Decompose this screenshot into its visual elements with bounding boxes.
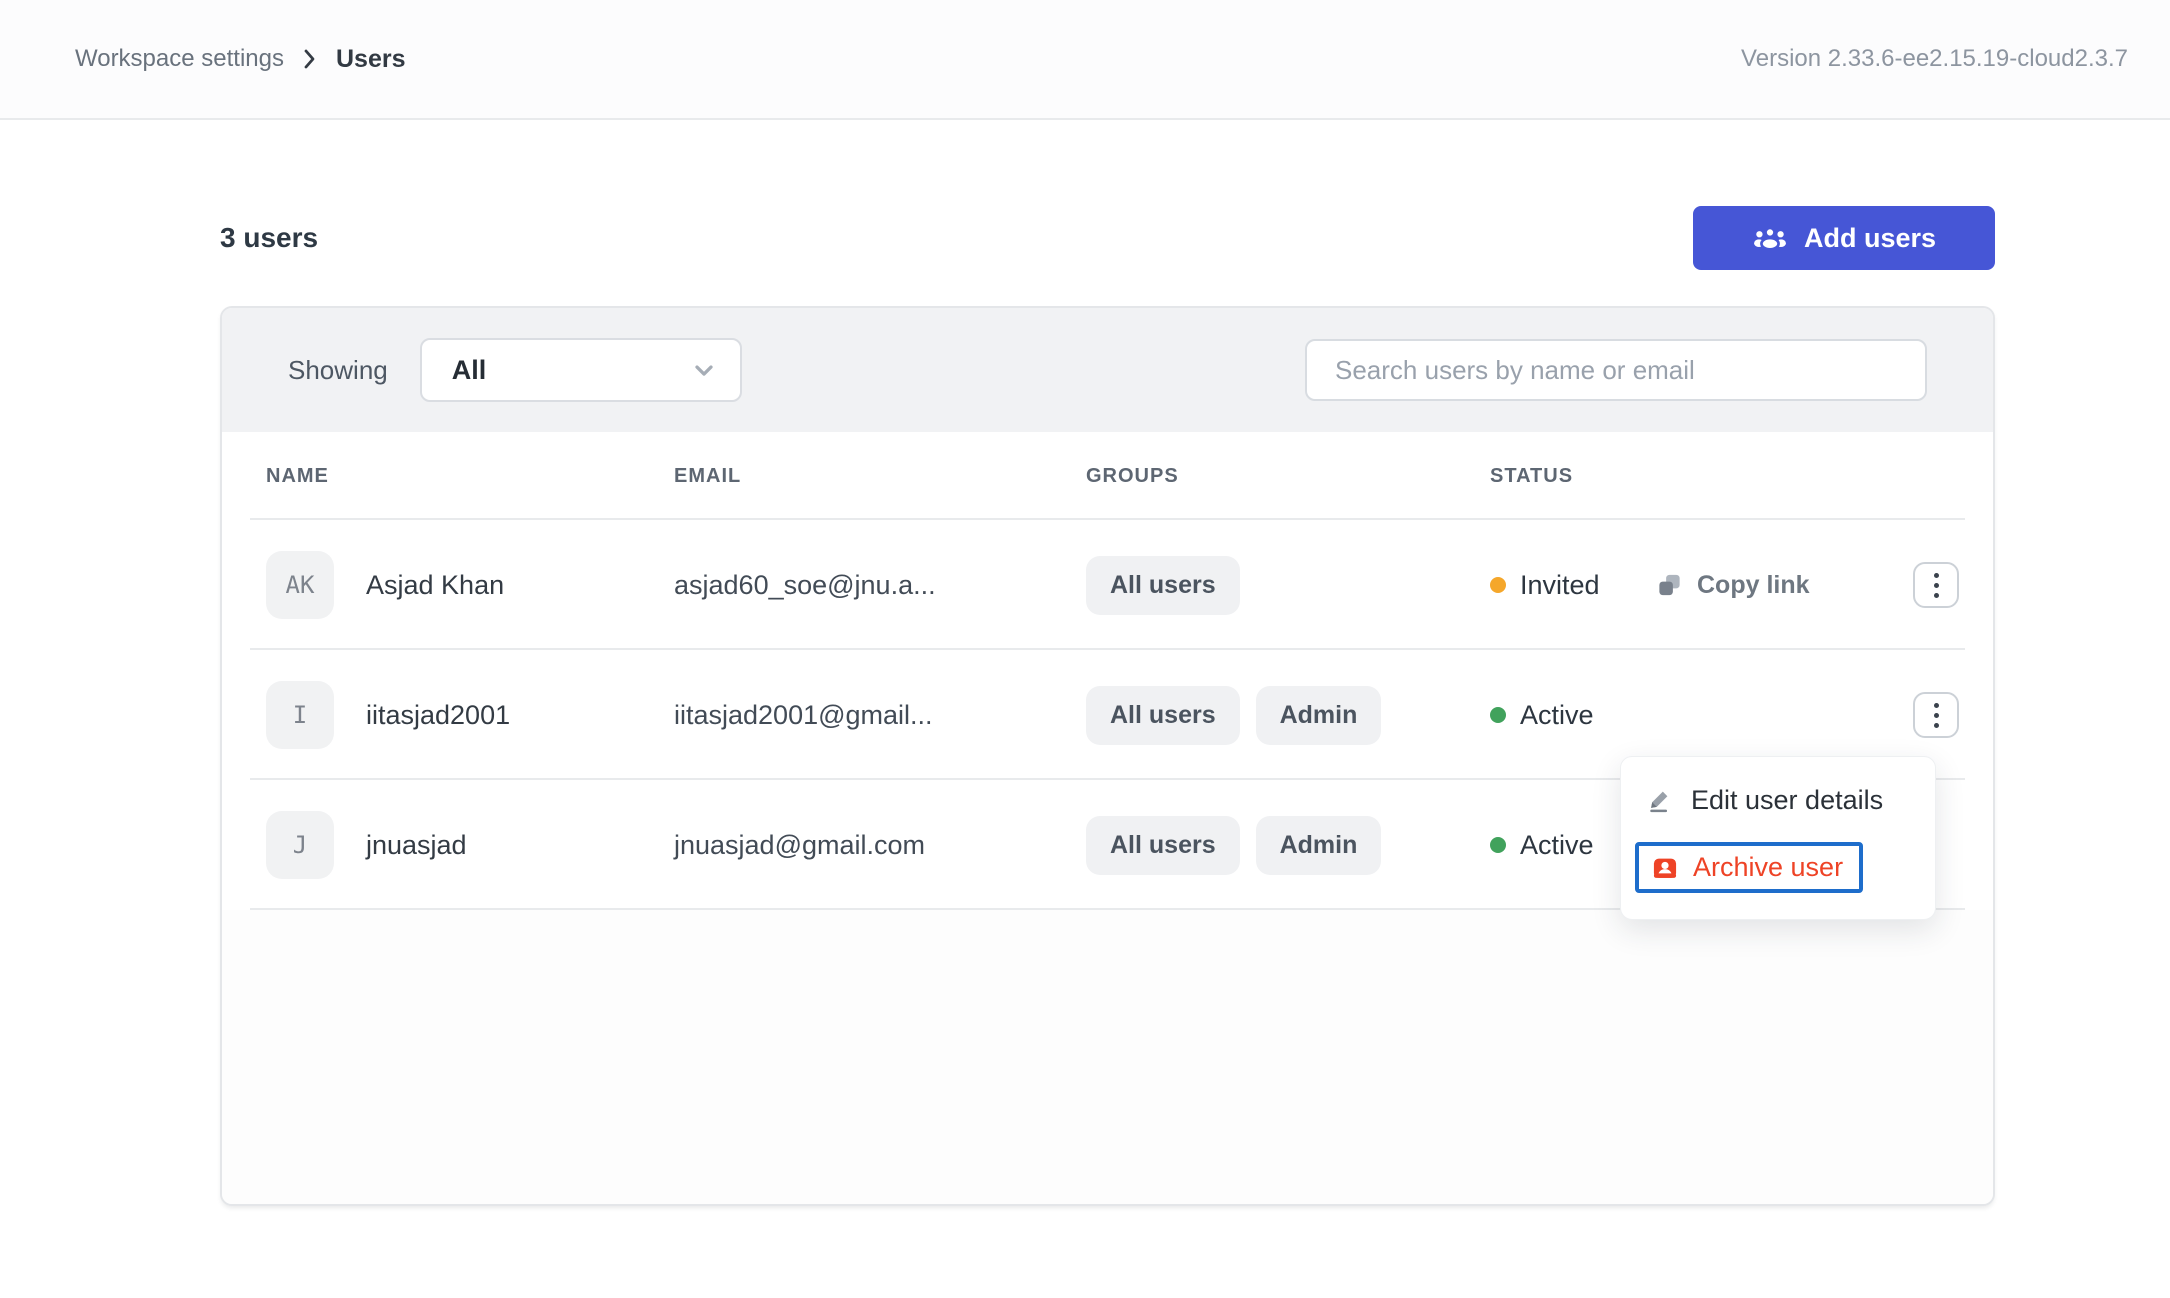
user-email: asjad60_soe@jnu.a... xyxy=(674,570,1086,601)
archive-user-icon xyxy=(1651,854,1679,882)
users-count-heading: 3 users xyxy=(220,222,318,254)
breadcrumb-workspace-settings[interactable]: Workspace settings xyxy=(75,45,284,73)
copy-link-label: Copy link xyxy=(1697,571,1810,600)
menu-item-archive-user[interactable]: Archive user xyxy=(1635,842,1863,893)
showing-filter-value: All xyxy=(452,355,487,386)
user-name: jnuasjad xyxy=(366,830,467,861)
group-chip: All users xyxy=(1086,686,1240,745)
showing-label: Showing xyxy=(288,355,388,386)
status-text: Active xyxy=(1520,700,1594,731)
copy-icon xyxy=(1656,572,1683,599)
chevron-right-icon xyxy=(300,47,320,71)
menu-item-edit-user-details[interactable]: Edit user details xyxy=(1621,771,1935,830)
table-empty-area xyxy=(222,910,1993,1206)
group-chip: Admin xyxy=(1256,686,1382,745)
table-header-row: NAME EMAIL GROUPS STATUS xyxy=(222,432,1993,520)
search-input[interactable] xyxy=(1307,355,1925,386)
filter-bar: Showing All xyxy=(222,308,1993,432)
breadcrumb-users: Users xyxy=(336,45,406,74)
main-content: 3 users Add users Showing All xyxy=(0,206,2170,1206)
row-context-menu: Edit user details Archive user xyxy=(1620,756,1936,920)
status-dot-active xyxy=(1490,837,1506,853)
breadcrumb: Workspace settings Users xyxy=(75,45,405,74)
add-users-button-label: Add users xyxy=(1804,223,1936,254)
table-row: AK Asjad Khan asjad60_soe@jnu.a... All u… xyxy=(222,520,1993,650)
column-header-groups: GROUPS xyxy=(1086,465,1490,488)
menu-item-label: Archive user xyxy=(1693,852,1843,883)
add-users-button[interactable]: Add users xyxy=(1693,206,1995,270)
user-email: iitasjad2001@gmail... xyxy=(674,700,1086,731)
status-text: Invited xyxy=(1520,570,1600,601)
group-chip: Admin xyxy=(1256,816,1382,875)
group-chip: All users xyxy=(1086,816,1240,875)
row-menu-button[interactable] xyxy=(1913,692,1959,738)
showing-filter-select[interactable]: All xyxy=(420,338,742,402)
status-text: Active xyxy=(1520,830,1594,861)
user-name: iitasjad2001 xyxy=(366,700,510,731)
column-header-email: EMAIL xyxy=(674,465,1086,488)
user-name: Asjad Khan xyxy=(366,570,504,601)
search-box xyxy=(1305,339,1927,401)
row-menu-button[interactable] xyxy=(1913,562,1959,608)
group-chip: All users xyxy=(1086,556,1240,615)
top-bar: Workspace settings Users Version 2.33.6-… xyxy=(0,0,2170,120)
status-dot-invited xyxy=(1490,577,1506,593)
user-email: jnuasjad@gmail.com xyxy=(674,830,1086,861)
users-group-icon xyxy=(1752,225,1788,252)
avatar: J xyxy=(266,811,334,879)
chevron-down-icon xyxy=(690,356,718,384)
menu-item-label: Edit user details xyxy=(1691,785,1883,816)
column-header-name: NAME xyxy=(266,465,674,488)
avatar: AK xyxy=(266,551,334,619)
column-header-status: STATUS xyxy=(1490,465,1656,488)
version-label: Version 2.33.6-ee2.15.19-cloud2.3.7 xyxy=(1741,45,2128,73)
copy-link-button[interactable]: Copy link xyxy=(1656,571,1913,600)
pencil-icon xyxy=(1647,788,1673,814)
avatar: I xyxy=(266,681,334,749)
status-dot-active xyxy=(1490,707,1506,723)
